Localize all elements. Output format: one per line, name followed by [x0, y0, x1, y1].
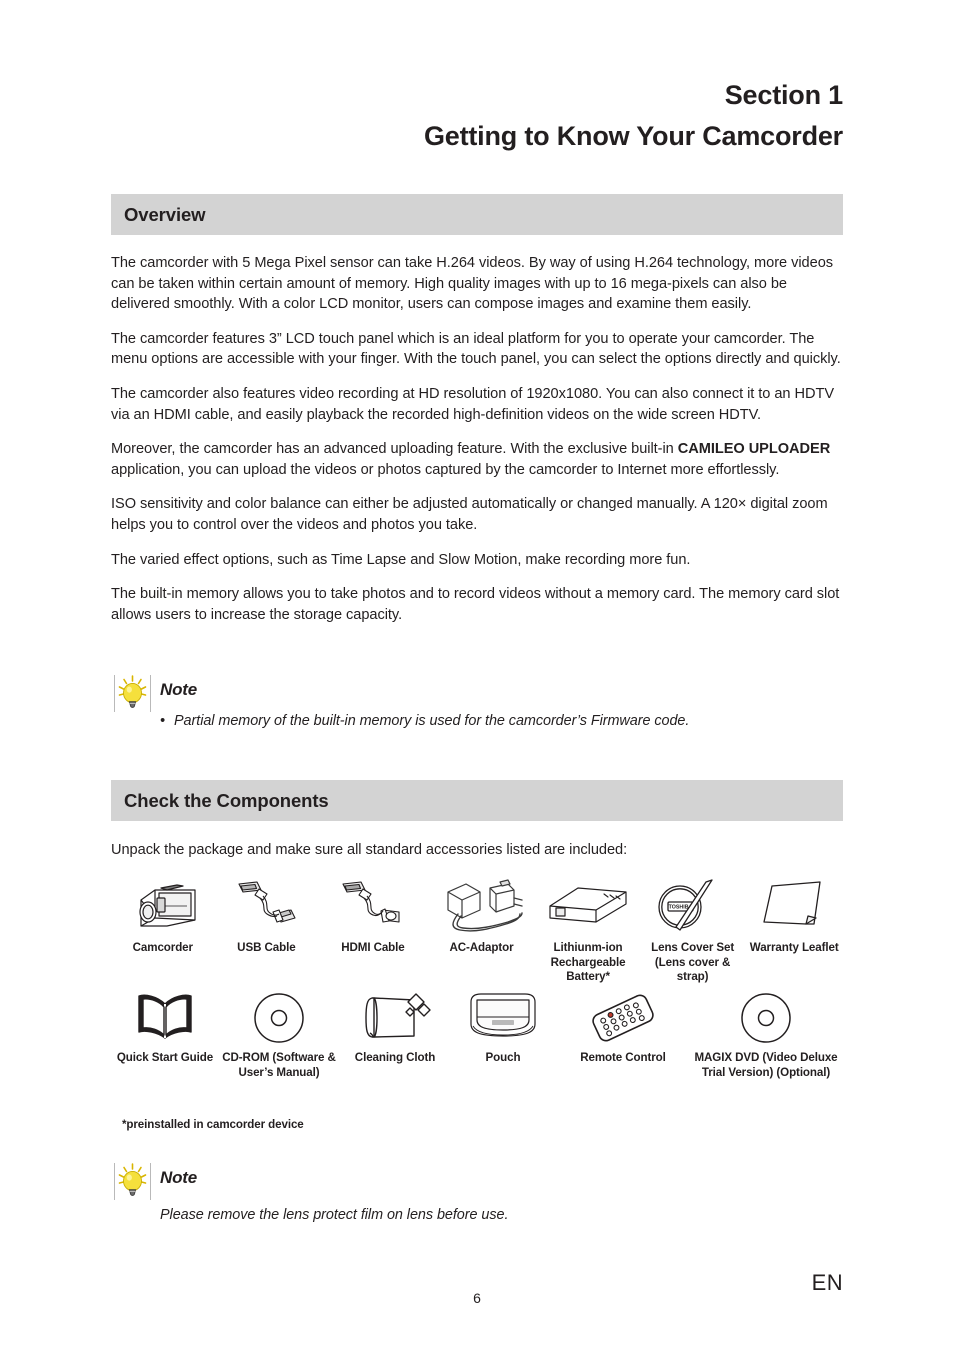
remote-control-icon [580, 988, 666, 1046]
paragraph-text: application, you can upload the videos o… [111, 461, 780, 478]
component-item-lens-cover-set: TOSHIBA Lens Cover Set (Lens cover & str… [641, 878, 745, 985]
component-item-cleaning-cloth: Cleaning Cloth [339, 988, 451, 1066]
component-item-cd-rom: CD-ROM (Software & User’s Manual) [219, 988, 339, 1080]
lens-cover-icon: TOSHIBA [646, 878, 740, 936]
lightbulb-icon [111, 1160, 154, 1203]
paragraph: The camcorder also features video record… [111, 385, 835, 423]
cd-rom-icon [249, 988, 309, 1046]
components-row-2: Quick Start Guide CD-ROM (Software & Use… [111, 988, 844, 1080]
note-header: Note [111, 1160, 844, 1203]
note-body-text: Partial memory of the built-in memory is… [174, 713, 690, 729]
section-number: Section 1 [724, 80, 843, 110]
section-heading-components-label: Check the Components [124, 789, 329, 811]
paragraph: ISO sensitivity and color balance can ei… [111, 496, 828, 533]
paragraph-camileo-uploader: Moreover, the camcorder has an advanced … [111, 439, 844, 480]
components-footnote: *preinstalled in camcorder device [122, 1118, 304, 1131]
component-label: MAGIX DVD (Video Deluxe Trial Version) (… [694, 1051, 838, 1079]
component-label: Quick Start Guide [116, 1051, 214, 1064]
component-label: CD-ROM (Software & User’s Manual) [222, 1051, 336, 1079]
component-label: Warranty Leaflet [749, 941, 839, 954]
lightbulb-icon [111, 672, 154, 715]
component-item-hdmi-cable: HDMI Cable [318, 878, 428, 956]
note-title: Note [160, 1168, 197, 1187]
component-item-battery: Lithiunm-ion Rechargeable Battery* [535, 878, 641, 985]
components-row-1: Camcorder USB Cable HDMI Cable AC-Adapto… [111, 878, 844, 985]
camcorder-icon [121, 878, 205, 936]
note-block-components: Note Please remove the lens protect film… [111, 1160, 844, 1225]
camileo-uploader-emphasis: CAMILEO UPLOADER [677, 441, 831, 458]
note-header: Note [111, 672, 844, 715]
component-item-quick-start-guide: Quick Start Guide [111, 988, 219, 1066]
paragraph: The built-in memory allows you to take p… [111, 586, 840, 623]
component-item-ac-adaptor: AC-Adaptor [428, 878, 536, 956]
battery-icon [542, 878, 634, 936]
section-heading-overview: Overview [111, 194, 843, 235]
component-item-magix-dvd: MAGIX DVD (Video Deluxe Trial Version) (… [691, 988, 841, 1080]
cleaning-cloth-icon [356, 988, 434, 1046]
warranty-leaflet-icon [756, 878, 832, 936]
ac-adaptor-icon [436, 878, 526, 936]
page-title-block: Section 1 Getting to Know Your Camcorder [111, 78, 843, 156]
page-title: Getting to Know Your Camcorder [423, 121, 843, 151]
document-page: Section 1 Getting to Know Your Camcorder… [0, 0, 954, 1350]
component-label: AC-Adaptor [449, 941, 514, 954]
paragraph: The camcorder with 5 Mega Pixel sensor c… [111, 255, 834, 313]
usb-cable-icon [227, 878, 305, 936]
component-item-remote-control: Remote Control [555, 988, 691, 1066]
section-heading-components: Check the Components [111, 780, 843, 821]
note-bullet: • [160, 713, 165, 729]
paragraph: The camcorder features 3” LCD touch pane… [111, 330, 841, 368]
hdmi-cable-icon [333, 878, 413, 936]
paragraph: The varied effect options, such as Time … [111, 551, 691, 568]
overview-body: The camcorder with 5 Mega Pixel sensor c… [111, 253, 844, 625]
component-label: HDMI Cable [341, 941, 405, 954]
component-item-camcorder: Camcorder [111, 878, 215, 956]
note-block-overview: Note • Partial memory of the built-in mem… [111, 672, 844, 731]
component-label: Camcorder [132, 941, 193, 954]
component-label: Remote Control [580, 1051, 666, 1064]
language-indicator: EN [811, 1270, 843, 1295]
pouch-icon [461, 988, 545, 1046]
note-text: Please remove the lens protect film on l… [160, 1207, 509, 1223]
quick-start-guide-icon [127, 988, 203, 1046]
component-label: Cleaning Cloth [354, 1051, 436, 1064]
component-item-pouch: Pouch [451, 988, 555, 1066]
component-label: Lithiunm-ion Rechargeable Battery* [550, 941, 626, 983]
component-label: Pouch [485, 1051, 521, 1064]
component-item-warranty-leaflet: Warranty Leaflet [744, 878, 844, 956]
paragraph-text: Moreover, the camcorder has an advanced … [111, 441, 678, 458]
component-label: USB Cable [237, 941, 296, 954]
component-label: Lens Cover Set (Lens cover & strap) [651, 941, 735, 983]
note-title: Note [160, 680, 197, 699]
magix-dvd-icon [736, 988, 796, 1046]
component-item-usb-cable: USB Cable [215, 878, 319, 956]
components-intro: Unpack the package and make sure all sta… [111, 842, 628, 858]
note-text: • Partial memory of the built-in memory i… [111, 711, 844, 731]
section-heading-overview-label: Overview [124, 203, 206, 225]
